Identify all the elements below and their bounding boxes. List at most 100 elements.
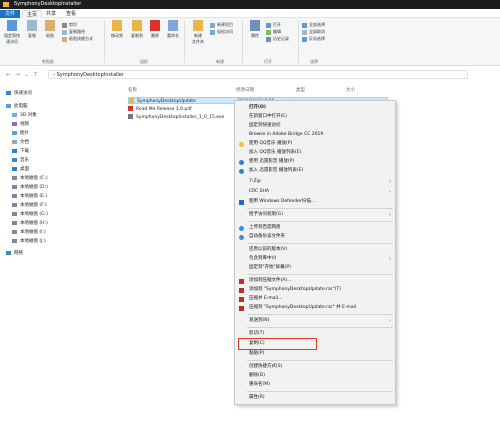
nav-drive-d[interactable]: 本地磁盘 (D:) <box>12 184 48 192</box>
copy-icon <box>27 20 37 31</box>
menu-xunlei-play[interactable]: 使用 迅雷影音 播放(P) <box>235 158 395 166</box>
new-item-button[interactable]: 新建项目 <box>210 22 233 28</box>
rename-button[interactable]: 重命名 <box>164 18 182 39</box>
menu-open-new-window[interactable]: 在新窗口中打开(E) <box>235 113 395 121</box>
drive-icon <box>12 202 17 207</box>
menu-7zip[interactable]: 7-Zip › <box>235 178 395 186</box>
column-modified[interactable]: 修改日期 <box>236 87 254 93</box>
copy-button[interactable]: 复制 <box>23 18 41 39</box>
tab-view[interactable]: 查看 <box>62 10 80 18</box>
nav-drive-c[interactable]: 本地磁盘 (C:) <box>12 175 48 183</box>
select-none-button[interactable]: 全部取消 <box>302 29 325 35</box>
forward-icon[interactable]: → <box>15 71 20 78</box>
new-folder-button[interactable]: 新建 文件夹 <box>188 18 208 45</box>
picture-icon <box>12 130 17 135</box>
winrar-icon <box>239 296 244 302</box>
folder-icon <box>129 98 134 103</box>
file-row[interactable]: Read Me Release 1.0.pdf <box>128 106 192 113</box>
menu-open[interactable]: 打开(O) <box>235 104 395 112</box>
column-name[interactable]: 名称 <box>128 87 137 93</box>
menu-separator <box>247 243 393 244</box>
menu-xunlei-add[interactable]: 加入 迅雷影音 播放列表(E) <box>235 167 395 175</box>
menu-qqmusic-add[interactable]: 加入 QQ音乐 播放列表(E) <box>235 149 395 157</box>
nav-quick-access[interactable]: 快速访问 <box>6 90 32 98</box>
menu-compress-email[interactable]: 压缩并 E-mail... <box>235 295 395 303</box>
menu-compress-rar-email[interactable]: 压缩到 "SymphonyDesktopUpdate.rar" 并 E-mail <box>235 304 395 312</box>
back-icon[interactable]: ← <box>6 71 11 78</box>
menu-properties[interactable]: 属性(R) <box>235 394 395 402</box>
menu-separator <box>247 327 393 328</box>
select-all-button[interactable]: 全部选择 <box>302 22 325 28</box>
copy-highlight-box <box>238 338 317 350</box>
delete-button[interactable]: 删除 <box>146 18 164 39</box>
xunlei-icon <box>239 168 244 174</box>
menu-create-shortcut[interactable]: 创建快捷方式(S) <box>235 363 395 371</box>
menu-restore-versions[interactable]: 还原以前的版本(V) <box>235 246 395 254</box>
paste-shortcut-button[interactable]: 粘贴快捷方式 <box>62 36 93 42</box>
menu-add-archive[interactable]: 添加到压缩文件(A)... <box>235 277 395 285</box>
menu-paste[interactable]: 粘贴(P) <box>235 350 395 358</box>
menu-send-to[interactable]: 发送到(N) › <box>235 317 395 325</box>
menu-adobe-bridge[interactable]: Browse in Adobe Bridge CC 2019 <box>235 131 395 139</box>
desktop-icon <box>12 166 17 171</box>
nav-drive-j[interactable]: 本地磁盘 (J:) <box>12 238 46 246</box>
pin-button[interactable]: 固定到快速访问 <box>3 18 21 45</box>
copy-path-button[interactable]: 复制路径 <box>62 29 85 35</box>
menu-baidu-upload[interactable]: 上传到百度网盘 <box>235 224 395 232</box>
file-row[interactable]: SymphonyDesktopInstaller_1_0_15.exe <box>128 114 224 121</box>
nav-drive-e[interactable]: 本地磁盘 (E:) <box>12 193 47 201</box>
invert-selection-button[interactable]: 反向选择 <box>302 36 325 42</box>
open-button[interactable]: 打开 <box>266 22 281 28</box>
menu-auto-backup[interactable]: 自动备份该文件夹 <box>235 233 395 241</box>
easy-access-button[interactable]: 轻松访问 <box>210 29 233 35</box>
copy-to-button[interactable]: 复制到 <box>128 18 146 39</box>
tab-home[interactable]: 主页 <box>22 10 43 18</box>
menu-add-to-rar[interactable]: 添加到 "SymphonyDesktopUpdate.rar"(T) <box>235 286 395 294</box>
nav-3d-objects[interactable]: 3D 对象 <box>12 112 37 120</box>
nav-pictures[interactable]: 图片 <box>12 130 29 138</box>
drive-icon <box>12 220 17 225</box>
nav-documents[interactable]: 文档 <box>12 139 29 147</box>
menu-include-library[interactable]: 包含到库中(I) › <box>235 255 395 263</box>
drive-icon <box>12 184 17 189</box>
tab-file[interactable]: 文件 <box>0 10 20 18</box>
menu-qqmusic-play[interactable]: 使用 QQ音乐 播放(P) <box>235 140 395 148</box>
menu-cut[interactable]: 剪切(T) <box>235 330 395 338</box>
path-input[interactable]: › SymphonyDesktopInstaller <box>48 70 468 79</box>
nav-music[interactable]: 音乐 <box>12 157 29 165</box>
cut-button[interactable]: 剪切 <box>62 22 77 28</box>
group-select-label: 选择 <box>310 59 318 64</box>
column-type[interactable]: 类型 <box>296 87 305 93</box>
properties-button[interactable]: 属性 <box>246 18 264 39</box>
delete-icon <box>150 20 160 31</box>
chevron-right-icon: › <box>389 318 391 324</box>
nav-drive-h[interactable]: 本地磁盘 (H:) <box>12 220 48 228</box>
menu-rename[interactable]: 重命名(M) <box>235 381 395 389</box>
nav-drive-i[interactable]: 本地磁盘 (I:) <box>12 229 46 237</box>
nav-drive-f[interactable]: 本地磁盘 (F:) <box>12 202 47 210</box>
tab-share[interactable]: 共享 <box>42 10 60 18</box>
nav-drive-g[interactable]: 本地磁盘 (G:) <box>12 211 48 219</box>
nav-videos[interactable]: 视频 <box>12 121 29 129</box>
nav-network[interactable]: 网络 <box>6 250 23 258</box>
open-icon <box>266 22 271 28</box>
menu-defender-scan[interactable]: 使用 Windows Defender扫描... <box>235 198 395 206</box>
history-button[interactable]: 历史记录 <box>266 36 289 42</box>
edit-button[interactable]: 编辑 <box>266 29 281 35</box>
group-open-label: 打开 <box>264 59 272 64</box>
nav-desktop[interactable]: 桌面 <box>12 166 29 174</box>
address-bar: ← → ⌄ ↑ › SymphonyDesktopInstaller <box>0 67 500 81</box>
nav-this-pc[interactable]: 此电脑 <box>6 103 28 111</box>
ribbon-separator <box>184 21 185 63</box>
menu-pin-quick-access[interactable]: 固定到快速访问 <box>235 122 395 130</box>
nav-downloads[interactable]: 下载 <box>12 148 29 156</box>
menu-pin-start[interactable]: 固定到"开始"屏幕(P) <box>235 264 395 272</box>
column-size[interactable]: 大小 <box>346 87 355 93</box>
menu-grant-access[interactable]: 授予访问权限(G) › <box>235 211 395 219</box>
recent-icon[interactable]: ⌄ <box>24 71 29 78</box>
menu-crc-sha[interactable]: CRC SHA › <box>235 188 395 196</box>
move-to-button[interactable]: 移动到 <box>108 18 126 39</box>
up-icon[interactable]: ↑ <box>33 71 38 78</box>
paste-button[interactable]: 粘贴 <box>41 18 59 39</box>
menu-delete[interactable]: 删除(D) <box>235 372 395 380</box>
